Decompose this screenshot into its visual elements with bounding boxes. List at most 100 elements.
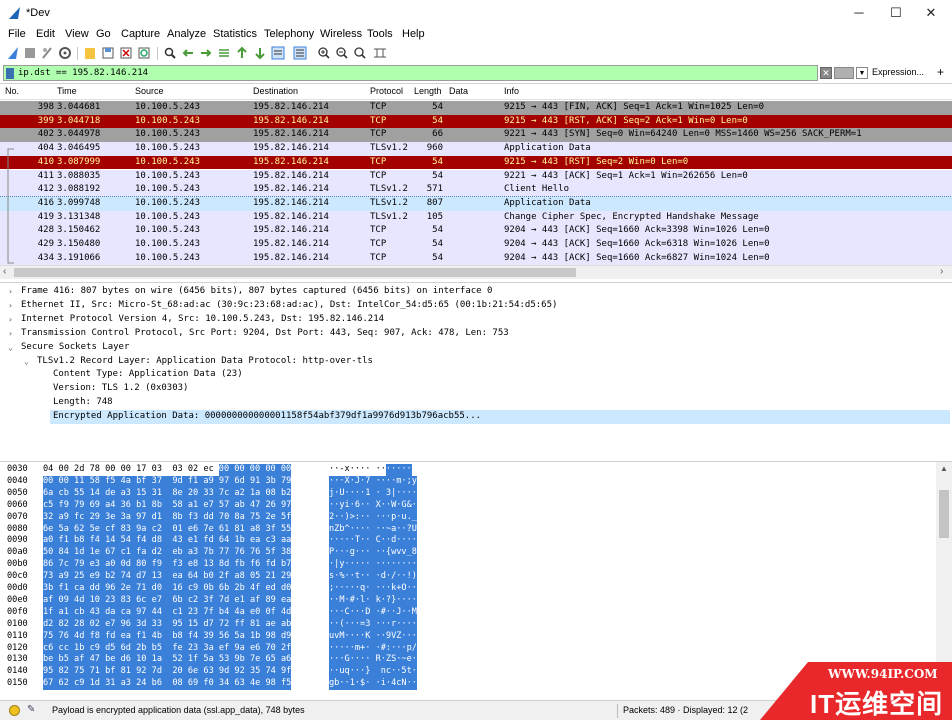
menu-telephony[interactable]: Telephony bbox=[264, 28, 314, 40]
packet-row[interactable]: 402 3.044978 10.100.5.243 195.82.146.214 TCP… bbox=[0, 128, 952, 143]
menu-tools[interactable]: Tools bbox=[367, 28, 393, 40]
minimize-button[interactable]: ─ bbox=[842, 0, 876, 26]
colorize-icon[interactable] bbox=[293, 46, 307, 60]
detail-row[interactable]: › Ethernet II, Src: Micro-St_68:ad:ac (30… bbox=[0, 299, 952, 313]
menu-edit[interactable]: Edit bbox=[36, 28, 55, 40]
open-file-icon[interactable] bbox=[83, 46, 97, 60]
cell-src: 10.100.5.243 bbox=[135, 239, 201, 249]
col-time[interactable]: Time bbox=[57, 86, 77, 96]
autoscroll-icon[interactable] bbox=[271, 46, 285, 60]
detail-row[interactable]: Length: 748 bbox=[0, 396, 952, 410]
scroll-right-icon[interactable]: › bbox=[940, 266, 943, 277]
cell-time: 3.087999 bbox=[57, 156, 101, 167]
cell-info: 9221 → 443 [SYN] Seq=0 Win=64240 Len=0 M… bbox=[504, 129, 862, 140]
save-file-icon[interactable] bbox=[101, 46, 115, 60]
cell-len: 571 bbox=[426, 184, 443, 195]
close-button[interactable]: ✕ bbox=[914, 0, 948, 26]
collapsed-arrow-icon[interactable]: › bbox=[8, 285, 13, 299]
cell-len: 54 bbox=[432, 156, 443, 167]
find-packet-icon[interactable] bbox=[163, 46, 177, 60]
col-protocol[interactable]: Protocol bbox=[370, 86, 403, 96]
menu-capture[interactable]: Capture bbox=[121, 28, 160, 40]
go-back-icon[interactable] bbox=[181, 46, 195, 60]
packet-list-hscrollbar[interactable]: ‹ › bbox=[0, 265, 952, 279]
detail-text: Frame 416: 807 bytes on wire (6456 bits)… bbox=[21, 286, 493, 296]
menu-go[interactable]: Go bbox=[96, 28, 111, 40]
collapsed-arrow-icon[interactable]: › bbox=[8, 327, 13, 341]
packet-row[interactable]: 419 3.131348 10.100.5.243 195.82.146.214 TLS… bbox=[0, 210, 952, 225]
last-packet-icon[interactable] bbox=[253, 46, 267, 60]
hex-bytes-selected: 3b f1 ca dd 96 2e 71 d0 16 c9 0b 6b 2b 4… bbox=[43, 583, 292, 595]
col-no[interactable]: No. bbox=[5, 86, 19, 96]
detail-row[interactable]: Version: TLS 1.2 (0x0303) bbox=[0, 382, 952, 396]
stop-capture-icon[interactable] bbox=[23, 46, 37, 60]
normal-size-icon[interactable] bbox=[353, 46, 367, 60]
col-length[interactable]: Length bbox=[414, 86, 442, 96]
collapsed-arrow-icon[interactable]: › bbox=[8, 313, 13, 327]
vscroll-thumb[interactable] bbox=[939, 490, 949, 538]
reload-file-icon[interactable] bbox=[137, 46, 151, 60]
go-forward-icon[interactable] bbox=[199, 46, 213, 60]
detail-row[interactable]: ⌄ TLSv1.2 Record Layer: Application Data … bbox=[0, 355, 952, 369]
detail-row[interactable]: Content Type: Application Data (23) bbox=[0, 368, 952, 382]
scroll-left-icon[interactable]: ‹ bbox=[3, 266, 6, 277]
expert-info-icon[interactable] bbox=[9, 705, 20, 716]
restart-capture-icon[interactable] bbox=[40, 46, 54, 60]
col-source[interactable]: Source bbox=[135, 86, 164, 96]
packet-row[interactable]: 404 3.046495 10.100.5.243 195.82.146.214 TLS… bbox=[0, 142, 952, 156]
menu-analyze[interactable]: Analyze bbox=[167, 28, 206, 40]
close-file-icon[interactable] bbox=[119, 46, 133, 60]
col-destination[interactable]: Destination bbox=[253, 86, 298, 96]
hex-bytes-selected: be b5 af 47 be d6 10 1a 52 1f 5a 53 9b 7… bbox=[43, 654, 292, 667]
zoom-in-icon[interactable] bbox=[317, 46, 331, 60]
display-filter-input[interactable]: ip.dst == 195.82.146.214 bbox=[3, 65, 818, 81]
cell-dst: 195.82.146.214 bbox=[253, 197, 329, 208]
detail-row[interactable]: Encrypted Application Data: 000000000000… bbox=[0, 410, 952, 424]
filter-history-dropdown-icon[interactable]: ▼ bbox=[856, 67, 868, 79]
col-info[interactable]: Info bbox=[504, 86, 519, 96]
cell-dst: 195.82.146.214 bbox=[253, 102, 329, 112]
scroll-up-icon[interactable]: ▲ bbox=[940, 464, 948, 473]
packet-row[interactable]: 428 3.150462 10.100.5.243 195.82.146.214 TCP… bbox=[0, 224, 952, 238]
packet-row[interactable]: 399 3.044718 10.100.5.243 195.82.146.214 TCP… bbox=[0, 114, 952, 129]
bookmark-icon[interactable] bbox=[6, 68, 14, 79]
detail-row[interactable]: ⌄ Secure Sockets Layer bbox=[0, 341, 952, 355]
menu-wireless[interactable]: Wireless bbox=[320, 28, 362, 40]
edit-comment-icon[interactable]: ✎ bbox=[27, 704, 35, 715]
zoom-out-icon[interactable] bbox=[335, 46, 349, 60]
packet-row[interactable]: 429 3.150480 10.100.5.243 195.82.146.214 TCP… bbox=[0, 238, 952, 252]
packet-row[interactable]: 412 3.088192 10.100.5.243 195.82.146.214 TLS… bbox=[0, 183, 952, 197]
collapsed-arrow-icon[interactable]: › bbox=[8, 299, 13, 313]
detail-row[interactable]: › Frame 416: 807 bytes on wire (6456 bits… bbox=[0, 285, 952, 299]
hex-bytes-selected: 00 00 11 58 f5 4a bf 37 9d f1 a9 97 6d 9… bbox=[43, 475, 292, 488]
hscroll-thumb[interactable] bbox=[14, 268, 576, 277]
packet-row[interactable]: 410 3.087999 10.100.5.243 195.82.146.214 TCP… bbox=[0, 155, 952, 170]
cell-len: 54 bbox=[432, 115, 443, 126]
expanded-arrow-icon[interactable]: ⌄ bbox=[8, 341, 13, 355]
detail-row[interactable]: › Internet Protocol Version 4, Src: 10.10… bbox=[0, 313, 952, 327]
add-filter-button[interactable]: + bbox=[937, 65, 944, 79]
menu-statistics[interactable]: Statistics bbox=[213, 28, 257, 40]
packet-row[interactable]: 398 3.044681 10.100.5.243 195.82.146.214 TCP… bbox=[0, 101, 952, 115]
menu-file[interactable]: File bbox=[8, 28, 26, 40]
menu-help[interactable]: Help bbox=[402, 28, 425, 40]
start-capture-icon[interactable] bbox=[6, 46, 20, 60]
resize-columns-icon[interactable] bbox=[373, 46, 387, 60]
detail-text: Encrypted Application Data: 000000000000… bbox=[53, 411, 482, 422]
hex-bytes-selected: af 09 4d 10 23 83 6c e7 6b c2 3f 7d e1 a… bbox=[43, 594, 292, 607]
go-to-packet-icon[interactable] bbox=[217, 46, 231, 60]
capture-options-icon[interactable] bbox=[58, 46, 72, 60]
expanded-arrow-icon[interactable]: ⌄ bbox=[24, 355, 29, 369]
apply-filter-icon[interactable] bbox=[834, 67, 854, 79]
first-packet-icon[interactable] bbox=[235, 46, 249, 60]
expression-button[interactable]: Expression... bbox=[872, 67, 924, 77]
col-data[interactable]: Data bbox=[449, 86, 468, 96]
packet-row[interactable]: 416 3.099748 10.100.5.243 195.82.146.214 TLS… bbox=[0, 195, 952, 212]
packet-row[interactable]: 411 3.088035 10.100.5.243 195.82.146.214 TCP… bbox=[0, 169, 952, 184]
menu-view[interactable]: View bbox=[65, 28, 89, 40]
packet-row[interactable]: 434 3.191066 10.100.5.243 195.82.146.214 TCP… bbox=[0, 251, 952, 266]
detail-row[interactable]: › Transmission Control Protocol, Src Port… bbox=[0, 327, 952, 341]
ascii-bytes-selected: 2··)>:·· ···p·u._ bbox=[329, 511, 417, 524]
clear-filter-icon[interactable]: ✕ bbox=[820, 67, 832, 79]
maximize-button[interactable]: ☐ bbox=[879, 0, 913, 26]
